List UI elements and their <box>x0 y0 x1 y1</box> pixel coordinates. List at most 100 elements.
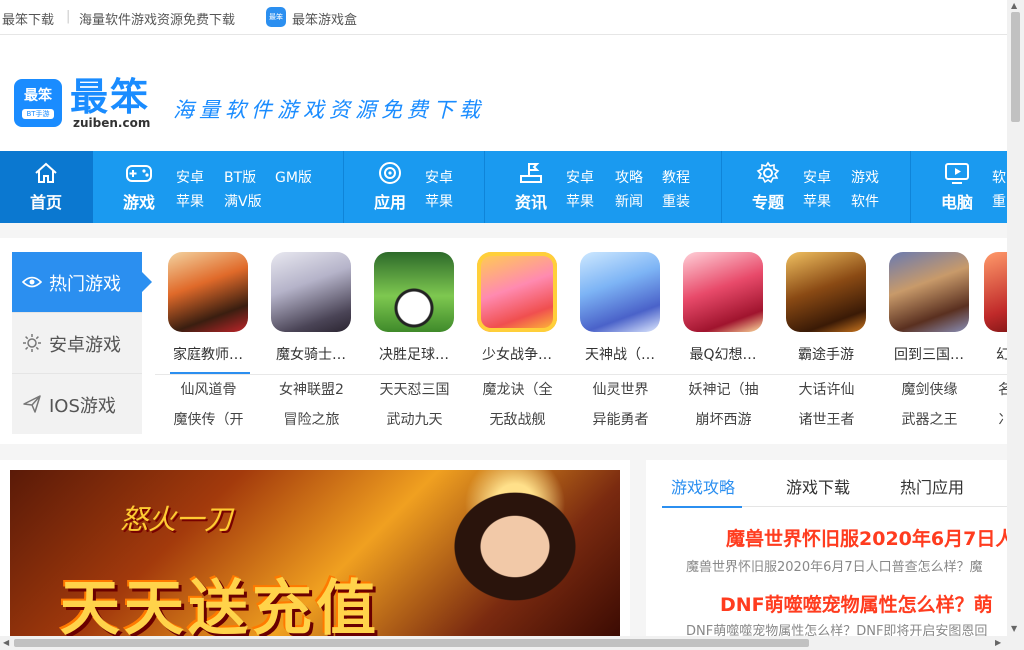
game-card[interactable]: 幻 <box>984 252 1007 364</box>
game-card[interactable]: 家庭教师… <box>160 252 256 364</box>
game-card[interactable]: 决胜足球… <box>366 252 462 364</box>
tab-android-games[interactable]: 安卓游戏 <box>12 313 142 374</box>
logo-url: zuiben.com <box>73 116 151 130</box>
tab-ios-games[interactable]: IOS游戏 <box>12 374 142 434</box>
nav-sub-link[interactable]: 安卓 <box>176 167 204 187</box>
app-box-icon[interactable]: 最笨 <box>266 7 286 27</box>
game-link[interactable]: 崩坏西游 <box>672 409 775 429</box>
tab-game-guides[interactable]: 游戏攻略 <box>671 474 735 498</box>
main-nav: 首页 游戏 安卓 BT版 GM版 苹果 满V版 应用 安卓 苹果 资讯 安卓 攻… <box>0 151 1007 223</box>
game-link[interactable]: 冒险之旅 <box>260 409 363 429</box>
divider <box>910 151 911 223</box>
game-link[interactable]: 武动九天 <box>363 409 466 429</box>
game-link[interactable]: 女神联盟2 <box>260 379 363 399</box>
game-link[interactable]: 魔剑侠缘 <box>878 379 981 399</box>
game-icon <box>168 252 248 332</box>
tab-hot-apps[interactable]: 热门应用 <box>900 474 964 498</box>
nav-sub-link[interactable]: 软 <box>992 167 1006 187</box>
scroll-up-icon[interactable]: ▲ <box>1011 1 1017 10</box>
nav-games[interactable]: 游戏 <box>117 161 161 213</box>
scrollbar-thumb[interactable] <box>14 639 809 647</box>
horizontal-scrollbar[interactable]: ◀ ▶ <box>0 636 1007 650</box>
nav-pc[interactable]: 电脑 <box>935 161 979 213</box>
nav-sub-link[interactable]: 苹果 <box>425 191 453 211</box>
top-link-home[interactable]: 最笨下载 <box>2 9 54 28</box>
game-link[interactable]: 魔龙诀（全 <box>466 379 569 399</box>
nav-sub-link[interactable]: 安卓 <box>803 167 831 187</box>
game-card[interactable]: 少女战争… <box>469 252 565 364</box>
nav-topics-label: 专题 <box>751 193 784 212</box>
tab-label: 安卓游戏 <box>49 335 121 356</box>
nav-news-label: 资讯 <box>514 193 547 212</box>
nav-sub-link[interactable]: BT版 <box>224 167 256 187</box>
character-art <box>410 470 620 636</box>
game-link[interactable]: 武器之王 <box>878 409 981 429</box>
scroll-right-icon[interactable]: ▶ <box>995 638 1001 647</box>
game-link[interactable]: 仙风道骨 <box>157 379 260 399</box>
game-link[interactable]: 妖神记（抽 <box>672 379 775 399</box>
nav-home[interactable]: 首页 <box>0 151 93 223</box>
game-link[interactable]: 天天怼三国 <box>363 379 466 399</box>
tab-game-downloads[interactable]: 游戏下载 <box>786 474 850 498</box>
tab-hot-games[interactable]: 热门游戏 <box>12 252 152 313</box>
nav-apps[interactable]: 应用 <box>368 161 412 213</box>
nav-sub-link[interactable]: 苹果 <box>566 191 594 211</box>
vertical-scrollbar[interactable]: ▲ ▼ <box>1007 0 1024 636</box>
logo-badge-sub: BT手游 <box>22 109 54 119</box>
nav-sub-link[interactable]: 满V版 <box>224 191 262 211</box>
nav-sub-link[interactable]: 苹果 <box>803 191 831 211</box>
game-name: 家庭教师… <box>173 347 243 363</box>
tab-label: 热门游戏 <box>49 274 121 295</box>
nav-news[interactable]: 资讯 <box>509 161 553 213</box>
game-link[interactable]: 异能勇者 <box>569 409 672 429</box>
news-headline[interactable]: 魔兽世界怀旧服2020年6月7日人 <box>726 524 1007 551</box>
game-card[interactable]: 魔女骑士… <box>263 252 359 364</box>
tab-label: IOS游戏 <box>49 396 116 417</box>
nav-sub-link[interactable]: 游戏 <box>851 167 879 187</box>
game-link[interactable]: 大话许仙 <box>775 379 878 399</box>
top-link-gamebox[interactable]: 最笨游戏盒 <box>292 9 357 28</box>
nav-sub-link[interactable]: 攻略 <box>615 167 643 187</box>
game-link[interactable]: 冫 <box>998 409 1007 429</box>
news-description: DNF萌噬噬宠物属性怎么样？DNF即将开启安图恩回 <box>686 624 988 636</box>
divider <box>343 151 344 223</box>
game-name: 霸途手游 <box>798 347 854 363</box>
logo-badge[interactable]: 最笨 BT手游 <box>14 79 62 127</box>
game-card[interactable]: 天神战（… <box>572 252 668 364</box>
game-icon <box>374 252 454 332</box>
game-link[interactable]: 诸世王者 <box>775 409 878 429</box>
scroll-down-icon[interactable]: ▼ <box>1011 624 1017 633</box>
game-icon <box>984 252 1007 332</box>
nav-sub-link[interactable]: 软件 <box>851 191 879 211</box>
game-link[interactable]: 魔侠传（开 <box>157 409 260 429</box>
promo-banner[interactable]: 怒火一刀 天天送充值 <box>10 470 620 636</box>
game-name: 天神战（… <box>585 347 655 363</box>
game-card[interactable]: 回到三国… <box>881 252 977 364</box>
nav-sub-link[interactable]: 重装 <box>662 191 690 211</box>
game-card[interactable]: 最Q幻想… <box>675 252 771 364</box>
news-headline[interactable]: DNF萌噬噬宠物属性怎么样？萌 <box>720 590 993 617</box>
game-card[interactable]: 霸途手游 <box>778 252 874 364</box>
nav-sub-link[interactable]: 教程 <box>662 167 690 187</box>
promo-banner-panel: 怒火一刀 天天送充值 <box>0 460 630 636</box>
game-icon <box>580 252 660 332</box>
nav-sub-link[interactable]: 新闻 <box>615 191 643 211</box>
nav-sub-link[interactable]: 重 <box>992 191 1006 211</box>
nav-sub-link[interactable]: 安卓 <box>566 167 594 187</box>
game-icon <box>683 252 763 332</box>
nav-sub-link[interactable]: GM版 <box>275 167 312 187</box>
scrollbar-thumb[interactable] <box>1011 12 1020 122</box>
game-link[interactable]: 仙灵世界 <box>569 379 672 399</box>
game-link[interactable]: 无敌战舰 <box>466 409 569 429</box>
nav-group-pc: 电脑 软 重 <box>910 151 1007 223</box>
nav-sub-link[interactable]: 苹果 <box>176 191 204 211</box>
logo-text[interactable]: 最笨 <box>70 77 150 117</box>
scrollbar-corner <box>1007 636 1024 650</box>
scroll-left-icon[interactable]: ◀ <box>3 638 9 647</box>
top-slogan[interactable]: 海量软件游戏资源免费下载 <box>79 9 235 28</box>
paper-plane-icon <box>23 395 41 413</box>
nav-sub-link[interactable]: 安卓 <box>425 167 453 187</box>
game-link[interactable]: 名 <box>998 379 1007 399</box>
nav-topics[interactable]: 专题 <box>746 161 790 213</box>
active-indicator <box>662 506 742 508</box>
